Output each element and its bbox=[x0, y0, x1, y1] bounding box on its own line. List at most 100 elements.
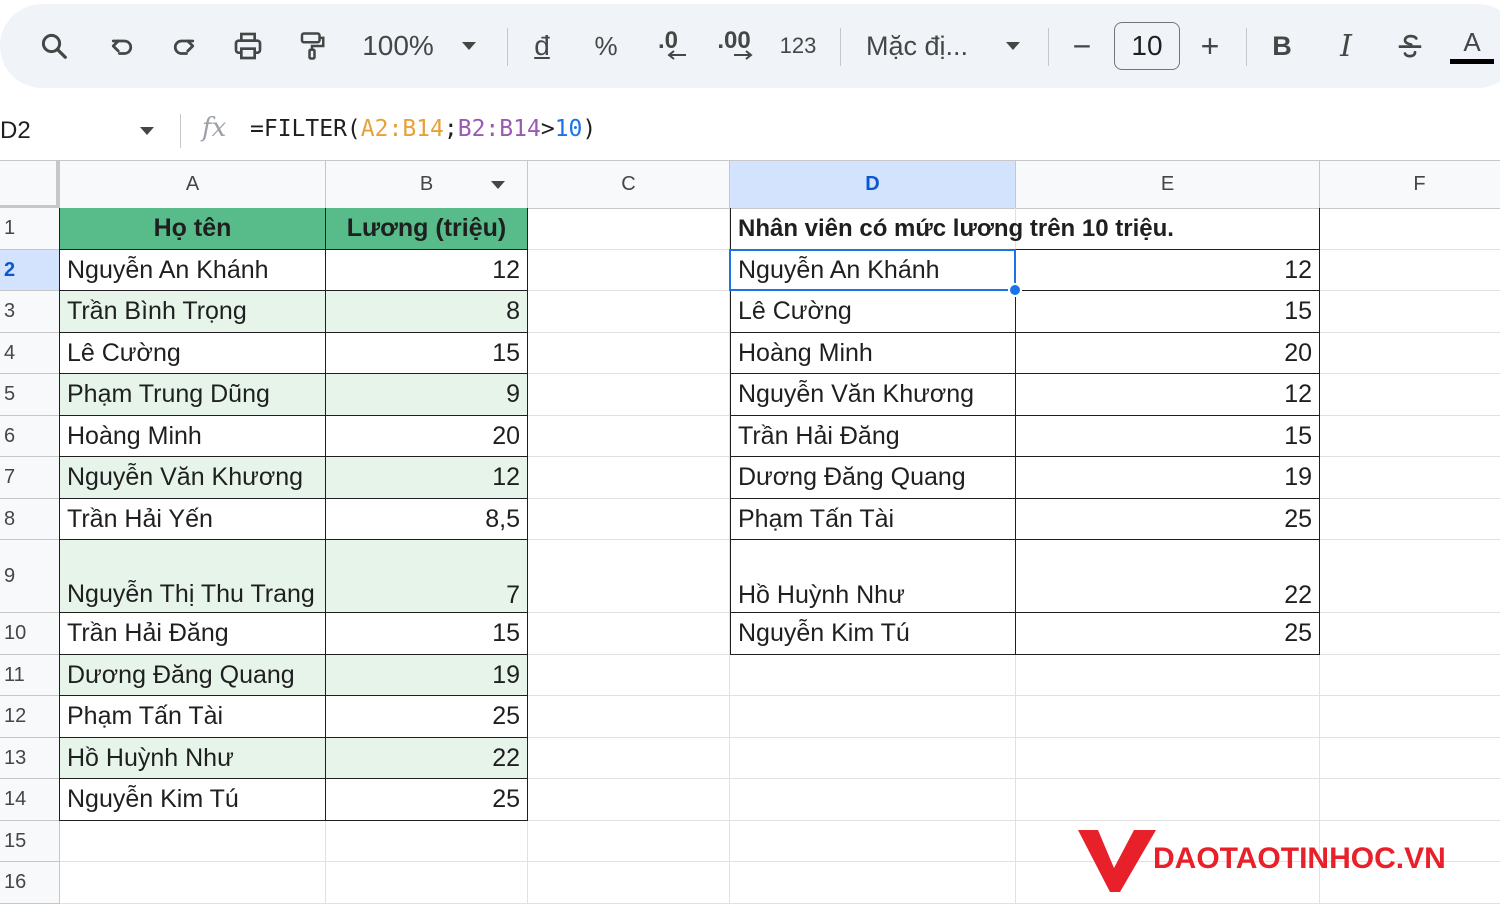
cell-a16[interactable] bbox=[60, 862, 326, 904]
row-header-6[interactable]: 6 bbox=[0, 416, 60, 457]
cell-f6[interactable] bbox=[1320, 416, 1500, 457]
fill-handle[interactable] bbox=[1008, 283, 1022, 297]
cell-salary[interactable]: 15 bbox=[326, 613, 528, 655]
result-name[interactable]: Dương Đăng Quang bbox=[730, 457, 1016, 499]
result-name[interactable]: Phạm Tấn Tài bbox=[730, 499, 1016, 540]
cell-c2[interactable] bbox=[528, 250, 730, 291]
result-name[interactable]: Trần Hải Đăng bbox=[730, 416, 1016, 457]
result-salary[interactable]: 12 bbox=[1016, 250, 1320, 291]
cell-f2[interactable] bbox=[1320, 250, 1500, 291]
cell-e12[interactable] bbox=[1016, 696, 1320, 738]
column-header-b[interactable]: B bbox=[326, 161, 528, 209]
cell-name[interactable]: Hoàng Minh bbox=[60, 416, 326, 457]
cell-c11[interactable] bbox=[528, 655, 730, 696]
cell-c12[interactable] bbox=[528, 696, 730, 738]
result-name[interactable]: Nguyễn An Khánh bbox=[730, 250, 1016, 291]
select-all-corner[interactable] bbox=[0, 161, 60, 209]
column-header-f[interactable]: F bbox=[1320, 161, 1500, 209]
cell-c16[interactable] bbox=[528, 862, 730, 904]
cell-d16[interactable] bbox=[730, 862, 1016, 904]
undo-icon[interactable] bbox=[98, 20, 146, 72]
result-salary[interactable]: 15 bbox=[1016, 291, 1320, 333]
cell-salary[interactable]: 12 bbox=[326, 250, 528, 291]
cell-c15[interactable] bbox=[528, 821, 730, 862]
cell-f4[interactable] bbox=[1320, 333, 1500, 374]
cell-salary[interactable]: 15 bbox=[326, 333, 528, 374]
column-header-e[interactable]: E bbox=[1016, 161, 1320, 209]
cell-name[interactable]: Lê Cường bbox=[60, 333, 326, 374]
zoom-dropdown-icon[interactable] bbox=[454, 20, 484, 72]
text-color-button[interactable]: A bbox=[1450, 20, 1494, 72]
cell-name[interactable]: Trần Hải Đăng bbox=[60, 613, 326, 655]
row-header-12[interactable]: 12 bbox=[0, 696, 60, 738]
cell-c8[interactable] bbox=[528, 499, 730, 540]
result-salary[interactable]: 12 bbox=[1016, 374, 1320, 416]
cell-f8[interactable] bbox=[1320, 499, 1500, 540]
font-dropdown-icon[interactable] bbox=[998, 20, 1028, 72]
cell-f7[interactable] bbox=[1320, 457, 1500, 499]
result-salary[interactable]: 22 bbox=[1016, 540, 1320, 613]
column-header-a[interactable]: A bbox=[60, 161, 326, 209]
column-header-c[interactable]: C bbox=[528, 161, 730, 209]
bold-button[interactable]: B bbox=[1262, 20, 1302, 72]
row-header-3[interactable]: 3 bbox=[0, 291, 60, 333]
cell-f1[interactable] bbox=[1320, 208, 1500, 250]
cell-salary[interactable]: 22 bbox=[326, 738, 528, 779]
row-header-14[interactable]: 14 bbox=[0, 779, 60, 821]
print-icon[interactable] bbox=[224, 20, 272, 72]
cell-d11[interactable] bbox=[730, 655, 1016, 696]
cell-c1[interactable] bbox=[528, 208, 730, 250]
cell-name[interactable]: Nguyễn Kim Tú bbox=[60, 779, 326, 821]
increase-font-size-button[interactable]: + bbox=[1190, 20, 1230, 72]
percent-format-button[interactable]: % bbox=[586, 20, 626, 72]
result-salary[interactable]: 15 bbox=[1016, 416, 1320, 457]
cell-f11[interactable] bbox=[1320, 655, 1500, 696]
cell-salary[interactable]: 20 bbox=[326, 416, 528, 457]
cell-f12[interactable] bbox=[1320, 696, 1500, 738]
cell-name[interactable]: Dương Đăng Quang bbox=[60, 655, 326, 696]
name-box[interactable]: D2 bbox=[0, 114, 31, 148]
cell-a15[interactable] bbox=[60, 821, 326, 862]
cell-c5[interactable] bbox=[528, 374, 730, 416]
cell-f10[interactable] bbox=[1320, 613, 1500, 655]
paint-format-icon[interactable] bbox=[288, 20, 336, 72]
result-salary[interactable]: 25 bbox=[1016, 499, 1320, 540]
cell-salary[interactable]: 25 bbox=[326, 696, 528, 738]
number-format-button[interactable]: 123 bbox=[774, 20, 822, 72]
name-box-dropdown-icon[interactable] bbox=[138, 125, 156, 137]
cell-name[interactable]: Nguyễn Văn Khương bbox=[60, 457, 326, 499]
cell-f3[interactable] bbox=[1320, 291, 1500, 333]
cell-salary[interactable]: 8,5 bbox=[326, 499, 528, 540]
cell-e11[interactable] bbox=[1016, 655, 1320, 696]
result-name[interactable]: Nguyễn Văn Khương bbox=[730, 374, 1016, 416]
cell-f13[interactable] bbox=[1320, 738, 1500, 779]
cell-c4[interactable] bbox=[528, 333, 730, 374]
row-header-16[interactable]: 16 bbox=[0, 862, 60, 904]
result-name[interactable]: Lê Cường bbox=[730, 291, 1016, 333]
row-header-1[interactable]: 1 bbox=[0, 208, 60, 250]
cell-c7[interactable] bbox=[528, 457, 730, 499]
cell-name[interactable]: Trần Bình Trọng bbox=[60, 291, 326, 333]
font-size-input[interactable]: 10 bbox=[1114, 22, 1180, 70]
decrease-decimal-button[interactable]: .0 bbox=[644, 20, 692, 72]
row-header-2[interactable]: 2 bbox=[0, 250, 60, 291]
cell-e13[interactable] bbox=[1016, 738, 1320, 779]
result-salary[interactable]: 19 bbox=[1016, 457, 1320, 499]
result-salary[interactable]: 20 bbox=[1016, 333, 1320, 374]
cell-name[interactable]: Nguyễn Thị Thu Trang bbox=[60, 540, 326, 613]
cell-d15[interactable] bbox=[730, 821, 1016, 862]
cell-d13[interactable] bbox=[730, 738, 1016, 779]
strikethrough-button[interactable] bbox=[1388, 20, 1432, 72]
row-header-4[interactable]: 4 bbox=[0, 333, 60, 374]
formula-input[interactable]: =FILTER(A2:B14;B2:B14>10) bbox=[250, 116, 596, 142]
row-header-8[interactable]: 8 bbox=[0, 499, 60, 540]
cell-d12[interactable] bbox=[730, 696, 1016, 738]
row-header-15[interactable]: 15 bbox=[0, 821, 60, 862]
header-luong[interactable]: Lương (triệu) bbox=[326, 208, 528, 250]
result-salary[interactable]: 25 bbox=[1016, 613, 1320, 655]
cell-salary[interactable]: 25 bbox=[326, 779, 528, 821]
cell-c9[interactable] bbox=[528, 540, 730, 613]
row-header-13[interactable]: 13 bbox=[0, 738, 60, 779]
increase-decimal-button[interactable]: .00 bbox=[710, 20, 758, 72]
cell-salary[interactable]: 9 bbox=[326, 374, 528, 416]
